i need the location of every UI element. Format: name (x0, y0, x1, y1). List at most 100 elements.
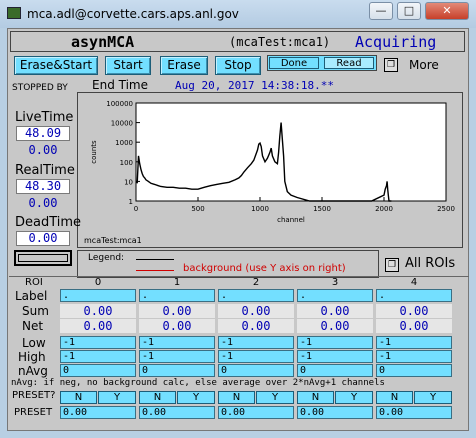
x-tick-label: 500 (191, 205, 204, 213)
preset-input[interactable]: 0.00 (376, 406, 452, 419)
legend-background-text: background (use Y axis on right) (183, 263, 346, 274)
start-button[interactable]: Start (105, 56, 151, 75)
y-tick-label: 1000 (115, 139, 133, 147)
preset-yes-button[interactable]: Y (335, 391, 373, 404)
real-time-label: RealTime (15, 163, 75, 178)
window-titlebar[interactable]: mca.adl@corvette.cars.aps.anl.gov — □ ✕ (0, 0, 476, 28)
preset-no-button[interactable]: N (139, 391, 176, 404)
record-type: asynMCA (71, 33, 135, 51)
done-indicator: Done (269, 57, 319, 69)
related-display-icon: ❐ (384, 58, 398, 72)
preset-input[interactable]: 0.00 (60, 406, 136, 419)
preset-yes-button[interactable]: Y (414, 391, 452, 404)
erase-button[interactable]: Erase (160, 56, 208, 75)
x-tick-label: 2000 (375, 205, 393, 213)
done-read-indicator: Done Read (267, 55, 377, 71)
maximize-button[interactable]: □ (397, 2, 421, 20)
y-tick-label: 10 (124, 178, 133, 186)
roi-navg-input[interactable]: 0 (297, 364, 373, 377)
x-tick-label: 0 (134, 205, 138, 213)
roi-high-input[interactable]: -1 (218, 350, 294, 363)
x-tick-label: 1500 (313, 205, 331, 213)
roi-navg-input[interactable]: 0 (60, 364, 136, 377)
mca-panel: asynMCA (mcaTest:mca1) Acquiring Erase&S… (7, 28, 469, 431)
roi-net: 0.00 (60, 319, 136, 333)
roi-high-input[interactable]: -1 (139, 350, 215, 363)
roi-high-input[interactable]: -1 (297, 350, 373, 363)
roi-sum: 0.00 (60, 304, 136, 318)
preset-yes-button[interactable]: Y (256, 391, 294, 404)
dead-time-bar (14, 250, 72, 266)
live-time-label: LiveTime (15, 110, 74, 125)
erase-start-button[interactable]: Erase&Start (14, 56, 98, 75)
y-tick-label: 1 (129, 198, 133, 206)
preset-input[interactable]: 0.00 (139, 406, 215, 419)
legend-box: Legend: background (use Y axis on right) (77, 250, 379, 278)
high-row-label: High (18, 350, 46, 364)
label-row-label: Label (15, 289, 48, 303)
dead-time-label: DeadTime (15, 215, 82, 230)
roi-label-input[interactable]: . (60, 289, 136, 302)
related-display-icon: ❐ (385, 258, 399, 272)
roi-navg-input[interactable]: 0 (139, 364, 215, 377)
pv-name: (mcaTest:mca1) (229, 35, 331, 49)
roi-label-input[interactable]: . (139, 289, 215, 302)
preset-no-button[interactable]: N (60, 391, 97, 404)
roi-sum: 0.00 (297, 304, 373, 318)
legend-title: Legend: (88, 253, 125, 263)
live-time-elapsed: 0.00 (28, 143, 58, 157)
roi-label-input[interactable]: . (376, 289, 452, 302)
roi-sum: 0.00 (139, 304, 215, 318)
preset-no-button[interactable]: N (297, 391, 334, 404)
roi-low-input[interactable]: -1 (376, 336, 452, 349)
x-tick-label: 1000 (251, 205, 269, 213)
real-time-elapsed: 0.00 (28, 196, 58, 210)
more-button[interactable]: ❐ More (382, 56, 448, 75)
y-axis-label: counts (90, 140, 98, 164)
all-rois-button[interactable]: ❐ All ROIs (383, 254, 468, 276)
preset-yes-button[interactable]: Y (177, 391, 215, 404)
legend-line-spectrum (136, 259, 174, 260)
roi-number: 0 (94, 277, 102, 288)
minimize-button[interactable]: — (369, 2, 393, 20)
roi-navg-input[interactable]: 0 (218, 364, 294, 377)
roi-net: 0.00 (376, 319, 452, 333)
roi-high-input[interactable]: -1 (376, 350, 452, 363)
y-tick-label: 100 (120, 159, 133, 167)
plot-frame: 100000 10000 1000 100 10 1 0 500 1000 1500 2000 250… (77, 92, 463, 248)
preset-no-button[interactable]: N (376, 391, 413, 404)
roi-label-input[interactable]: . (218, 289, 294, 302)
preset-no-button[interactable]: N (218, 391, 255, 404)
low-row-label: Low (22, 336, 46, 350)
spectrum-chart: 100000 10000 1000 100 10 10 500 1000 1500 2000 250… (90, 100, 455, 224)
roi-table: ROI Label Sum Net Low High nAvg 0. 0.00 0.… (9, 276, 469, 430)
roi-high-input[interactable]: -1 (60, 350, 136, 363)
more-label: More (409, 58, 439, 72)
roi-navg-input[interactable]: 0 (376, 364, 452, 377)
legend-line-background (136, 270, 174, 271)
preset-input[interactable]: 0.00 (297, 406, 373, 419)
preset-input[interactable]: 0.00 (218, 406, 294, 419)
roi-sum: 0.00 (376, 304, 452, 318)
roi-low-input[interactable]: -1 (297, 336, 373, 349)
roi-low-input[interactable]: -1 (218, 336, 294, 349)
app-icon (7, 7, 21, 19)
plot-area (135, 102, 447, 202)
preset-yes-button[interactable]: Y (98, 391, 136, 404)
preset-query-label: PRESET? (12, 390, 56, 401)
roi-label-input[interactable]: . (297, 289, 373, 302)
acquire-status: Acquiring (355, 33, 437, 51)
roi-number: 3 (331, 277, 339, 288)
roi-sum: 0.00 (218, 304, 294, 318)
roi-net: 0.00 (139, 319, 215, 333)
x-tick-label: 2500 (437, 205, 455, 213)
stop-button[interactable]: Stop (215, 56, 261, 75)
end-time-label: End Time (92, 78, 148, 92)
window-title: mca.adl@corvette.cars.aps.anl.gov (27, 7, 239, 21)
roi-low-input[interactable]: -1 (60, 336, 136, 349)
roi-low-input[interactable]: -1 (139, 336, 215, 349)
navg-note: nAvg: if neg, no background calc, else a… (11, 378, 385, 388)
close-button[interactable]: ✕ (425, 2, 469, 20)
x-axis-label: channel (277, 216, 305, 224)
live-time-value: 48.09 (16, 126, 70, 141)
